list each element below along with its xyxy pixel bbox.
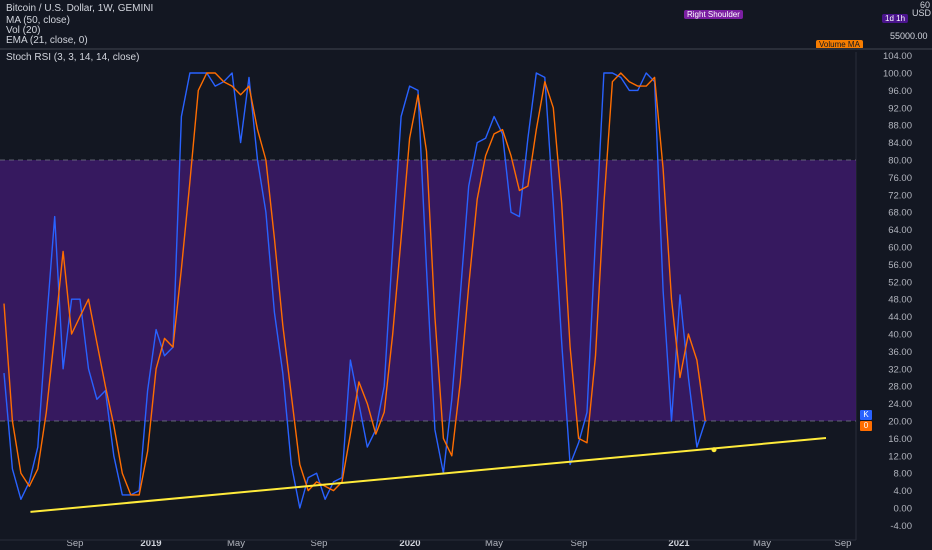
y-tick-label: 64.00 xyxy=(888,225,912,236)
y-tick-label: 76.00 xyxy=(888,173,912,184)
y-tick-label: 12.00 xyxy=(888,451,912,462)
y-tick-label: 32.00 xyxy=(888,364,912,375)
y-tick-label: 36.00 xyxy=(888,347,912,358)
y-tick-label: 48.00 xyxy=(888,295,912,306)
y-tick-label: 44.00 xyxy=(888,312,912,323)
y-tick-label: 68.00 xyxy=(888,208,912,219)
tradingview-chart: Bitcoin / U.S. Dollar, 1W, GEMINI MA (50… xyxy=(0,0,932,550)
support-trendline xyxy=(30,436,827,513)
y-tick-label: 96.00 xyxy=(888,86,912,97)
y-tick-label: 24.00 xyxy=(888,399,912,410)
y-tick-label: 28.00 xyxy=(888,382,912,393)
y-tick-label: 60.00 xyxy=(888,243,912,254)
y-tick-label: 100.00 xyxy=(883,69,912,80)
y-tick-label: 4.00 xyxy=(894,486,913,497)
y-tick-label: 88.00 xyxy=(888,121,912,132)
y-tick-label: 20.00 xyxy=(888,417,912,428)
y-tick-label: 80.00 xyxy=(888,156,912,167)
y-tick-label: 56.00 xyxy=(888,260,912,271)
y-tick-label: 84.00 xyxy=(888,138,912,149)
y-tick-label: 16.00 xyxy=(888,434,912,445)
y-tick-label: 104.00 xyxy=(883,51,912,62)
y-tick-label: 52.00 xyxy=(888,277,912,288)
y-tick-label: 0.00 xyxy=(894,504,913,515)
y-tick-label: 92.00 xyxy=(888,103,912,114)
stoch-rsi-chart[interactable]: 104.00 100.00 96.00 92.00 88.00 84.00 80.00 76.… xyxy=(0,0,932,550)
y-tick-label: 72.00 xyxy=(888,190,912,201)
y-tick-label: 8.00 xyxy=(894,469,913,480)
y-tick-label: -4.00 xyxy=(890,521,912,532)
y-tick-label: 40.00 xyxy=(888,330,912,341)
trendline-anchor-point xyxy=(711,447,717,453)
